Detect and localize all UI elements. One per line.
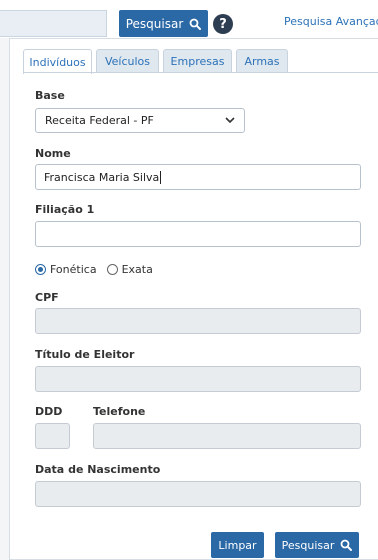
nascimento-label: Data de Nascimento [35,463,161,476]
top-bar: Pesquisar ? Pesquisa Avançada [0,0,378,38]
telefone-label: Telefone [93,405,146,418]
nome-input[interactable]: Francisca Maria Silva [35,164,361,190]
search-button-label: Pesquisar [281,538,335,552]
chevron-down-icon [225,117,235,124]
radio-exata-label: Exata [121,263,153,276]
search-panel: Indivíduos Veículos Empresas Armas Base … [9,38,378,560]
clear-button[interactable]: Limpar [211,532,264,558]
search-icon [189,18,202,30]
nome-label: Nome [35,147,71,160]
search-button[interactable]: Pesquisar [275,532,359,558]
top-search-button[interactable]: Pesquisar [119,10,208,37]
titulo-eleitor-label: Título de Eleitor [35,348,135,361]
radio-fonetica-label: Fonética [50,263,97,276]
top-search-field[interactable] [0,10,107,37]
tab-divider [23,72,378,73]
cpf-input[interactable] [35,308,361,334]
tab-veiculos[interactable]: Veículos [96,49,159,73]
filiacao-input[interactable] [35,221,361,247]
tab-individuos[interactable]: Indivíduos [23,49,92,74]
cpf-label: CPF [35,291,59,304]
nome-input-value: Francisca Maria Silva [44,170,160,184]
telefone-input[interactable] [93,423,361,449]
radio-exata[interactable] [106,264,118,275]
help-icon[interactable]: ? [213,14,233,34]
tab-empresas[interactable]: Empresas [163,49,232,73]
search-icon [340,539,353,551]
tab-armas[interactable]: Armas [236,49,288,73]
search-mode-radio-group: Fonética Exata [35,263,153,276]
base-select-value: Receita Federal - PF [45,114,154,127]
advanced-search-link[interactable]: Pesquisa Avançada [284,15,378,28]
left-strip [0,38,9,560]
top-search-button-label: Pesquisar [125,16,184,31]
titulo-eleitor-input[interactable] [35,366,361,392]
base-select[interactable]: Receita Federal - PF [35,108,245,133]
filiacao-label: Filiação 1 [35,203,95,216]
ddd-label: DDD [35,405,63,418]
nascimento-input[interactable] [35,481,361,507]
text-cursor [160,170,162,184]
tab-bar: Indivíduos Veículos Empresas Armas [23,49,288,74]
ddd-input[interactable] [35,423,70,449]
base-label: Base [35,89,65,102]
radio-fonetica[interactable] [35,264,46,275]
